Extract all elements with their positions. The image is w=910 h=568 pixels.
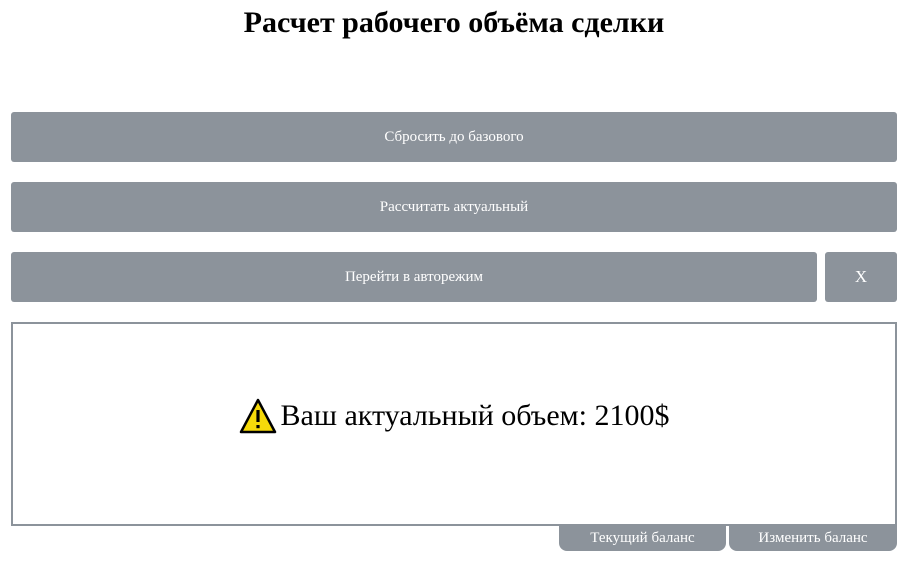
auto-mode-button[interactable]: Перейти в авторежим bbox=[11, 252, 817, 302]
reset-to-base-button[interactable]: Сбросить до базового bbox=[11, 112, 897, 162]
current-balance-tab[interactable]: Текущий баланс bbox=[559, 526, 726, 551]
change-balance-tab[interactable]: Изменить баланс bbox=[729, 526, 897, 551]
warning-icon bbox=[239, 398, 277, 434]
actual-volume-text: Ваш актуальный объем: 2100$ bbox=[280, 399, 670, 432]
result-line: Ваш актуальный объем: 2100$ bbox=[239, 398, 670, 434]
calculate-actual-button[interactable]: Рассчитать актуальный bbox=[11, 182, 897, 232]
page-title: Расчет рабочего объёма сделки bbox=[243, 6, 665, 39]
result-panel: Ваш актуальный объем: 2100$ bbox=[11, 322, 897, 526]
close-button[interactable]: X bbox=[825, 252, 897, 302]
